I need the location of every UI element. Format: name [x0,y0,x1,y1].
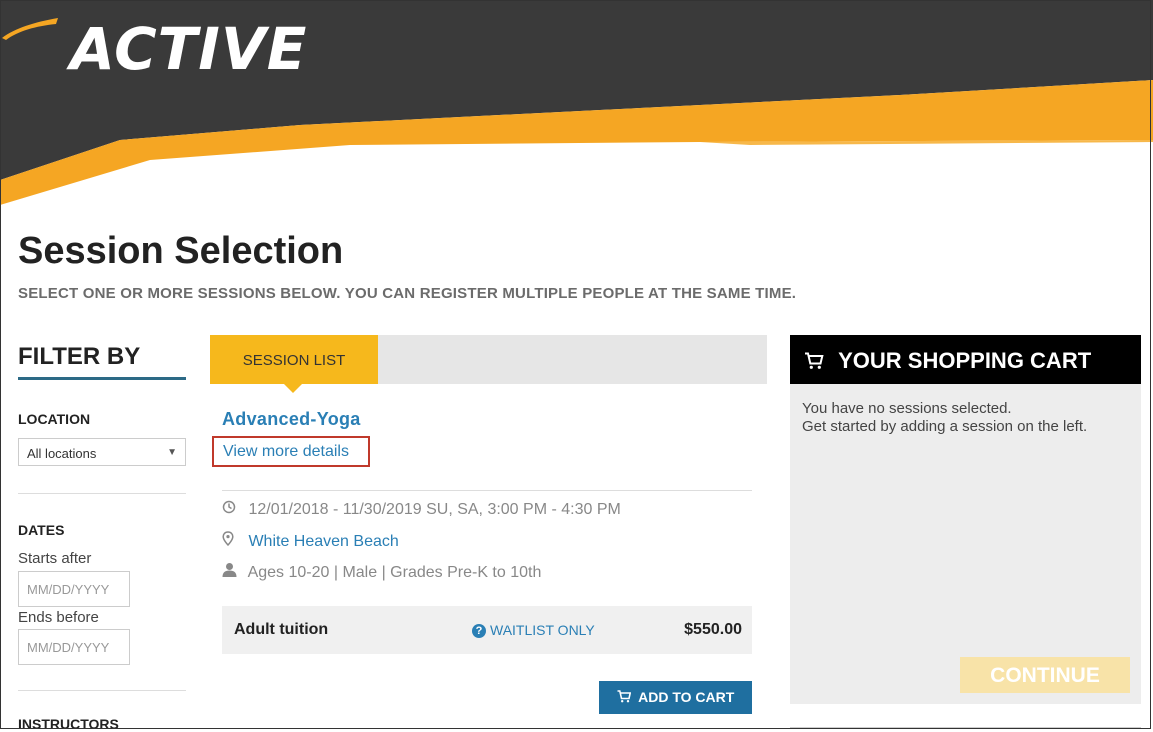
session-divider [222,490,752,491]
price-label: Adult tuition [234,621,329,638]
add-to-cart-button[interactable]: ADD TO CART [599,681,752,714]
cart-header: YOUR SHOPPING CART [790,335,1141,384]
caret-down-icon: ▼ [167,447,177,458]
tab-session-list[interactable]: SESSION LIST [210,335,378,384]
cart-title: YOUR SHOPPING CART [838,348,1092,373]
session-location-link[interactable]: White Heaven Beach [248,533,398,550]
dates-label: DATES [18,522,65,538]
location-label: LOCATION [18,411,91,427]
page-title: Session Selection [18,230,344,272]
active-logo[interactable]: ACTIVE [70,20,307,78]
cart-divider [790,727,1141,728]
tab-active-arrow [284,384,302,393]
ends-before-input[interactable] [18,629,130,665]
cart-icon [617,689,638,705]
session-eligibility-row: Ages 10-20 | Male | Grades Pre-K to 10th [222,562,541,582]
person-icon [222,562,244,582]
waitlist-status[interactable]: ? WAITLIST ONLY [472,622,595,638]
cart-icon [804,348,830,373]
continue-button[interactable]: CONTINUE [960,657,1130,693]
header-banner: ACTIVE [0,0,1153,205]
cart-body: You have no sessions selected. Get start… [790,384,1141,704]
filter-title: FILTER BY [18,343,141,370]
price-row: Adult tuition ? WAITLIST ONLY $550.00 [222,606,752,654]
view-details-link[interactable]: View more details [212,436,370,467]
page-subtitle: SELECT ONE OR MORE SESSIONS BELOW. YOU C… [18,285,797,302]
logo-swoosh-icon [2,18,58,40]
location-select-value: All locations [27,446,97,461]
view-details-label: View more details [223,443,349,460]
starts-after-input[interactable] [18,571,130,607]
map-pin-icon [222,531,244,551]
session-eligibility: Ages 10-20 | Male | Grades Pre-K to 10th [247,564,542,581]
cart-empty-line: You have no sessions selected. [802,400,1012,417]
location-select[interactable]: All locations ▼ [18,438,186,466]
session-title-link[interactable]: Advanced-Yoga [222,409,361,430]
cart-empty-hint: Get started by adding a session on the l… [802,418,1088,435]
instructors-label[interactable]: INSTRUCTORS [18,716,119,732]
add-to-cart-label: ADD TO CART [638,689,735,705]
filter-divider [18,493,186,494]
session-price: $550.00 [684,621,742,638]
waitlist-label: WAITLIST ONLY [490,622,595,638]
question-circle-icon: ? [472,624,486,638]
clock-icon [222,500,244,519]
filter-title-underline [18,377,186,380]
filter-divider [18,690,186,691]
session-schedule-row: 12/01/2018 - 11/30/2019 SU, SA, 3:00 PM … [222,500,621,519]
session-location-row: White Heaven Beach [222,531,399,551]
starts-after-label: Starts after [18,550,92,567]
ends-before-label: Ends before [18,609,99,626]
cart-empty-message: You have no sessions selected. Get start… [802,400,1122,436]
session-schedule: 12/01/2018 - 11/30/2019 SU, SA, 3:00 PM … [248,501,621,518]
